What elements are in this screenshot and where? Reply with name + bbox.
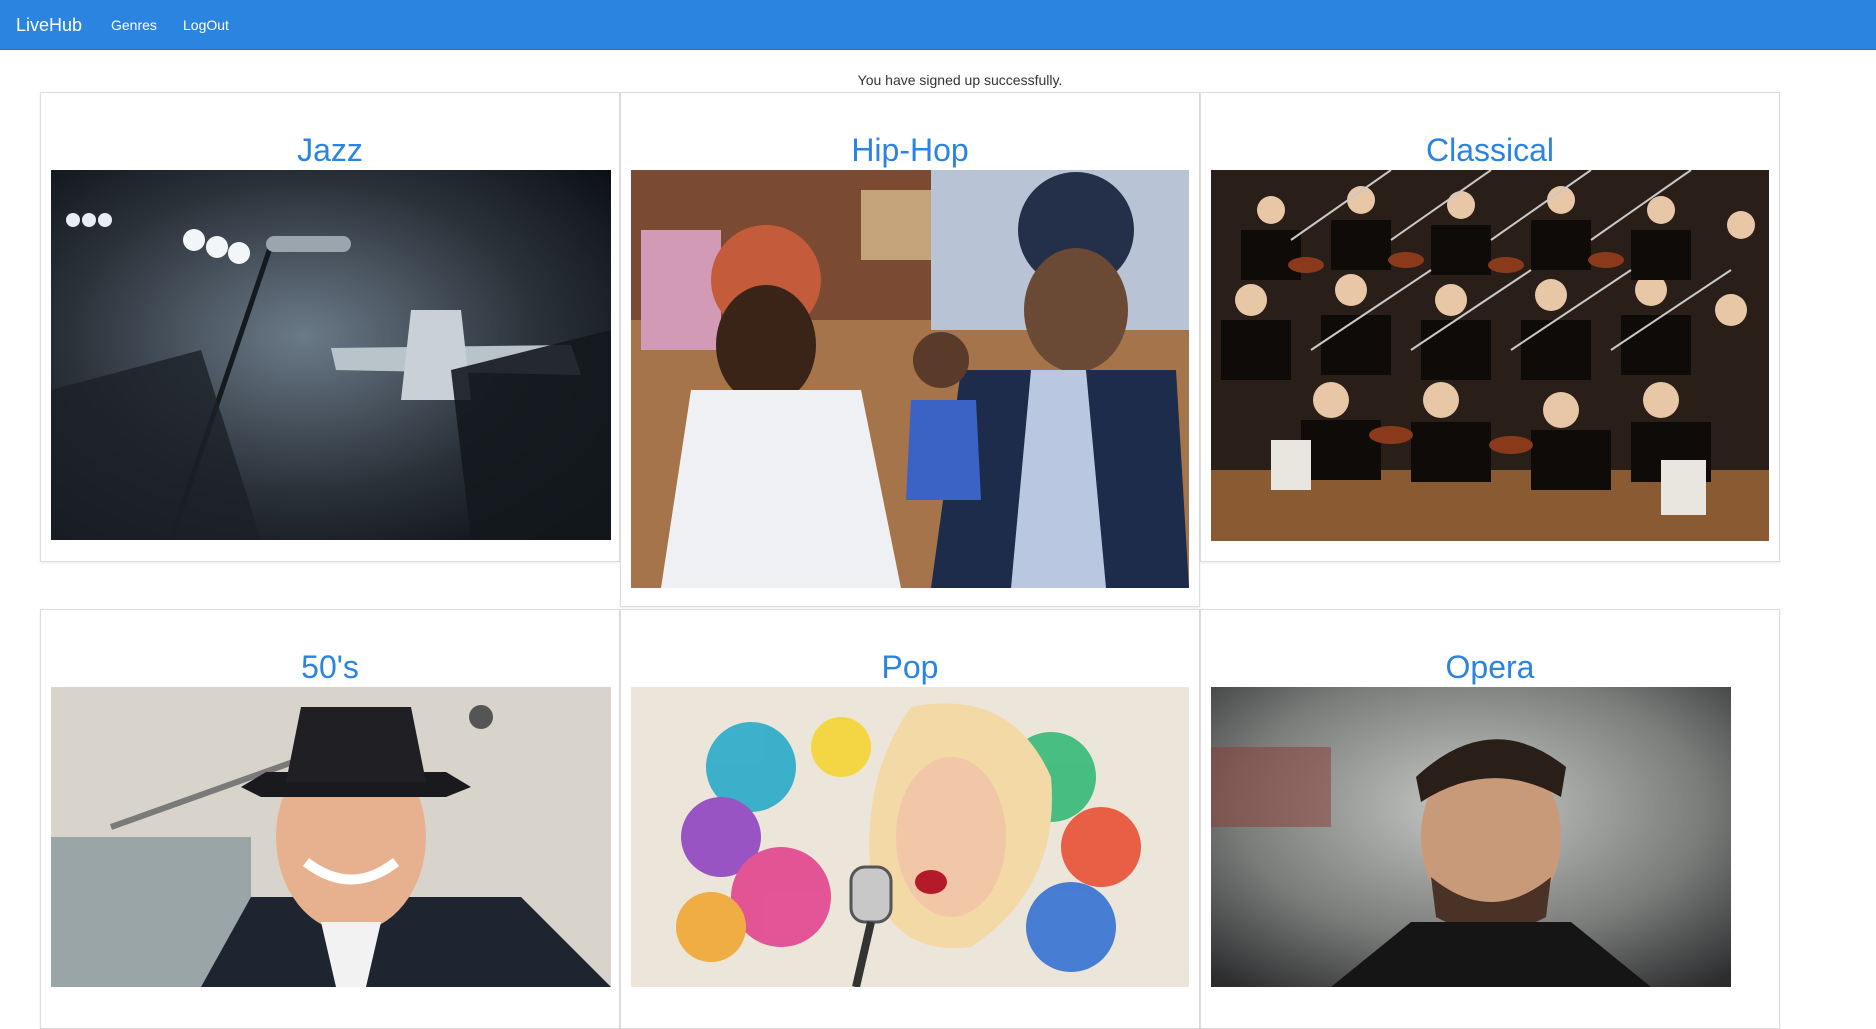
genre-title[interactable]: Opera: [1201, 649, 1779, 685]
genre-card-50s[interactable]: 50's: [40, 609, 620, 1029]
genre-image[interactable]: [51, 687, 611, 987]
flash-notice: You have signed up successfully.: [857, 72, 1063, 88]
genre-image[interactable]: [1211, 170, 1769, 541]
genre-card-classical[interactable]: Classical: [1200, 92, 1780, 562]
top-navbar: LiveHub Genres LogOut: [0, 0, 1876, 50]
genre-title[interactable]: Jazz: [41, 132, 619, 168]
genre-image[interactable]: [631, 687, 1189, 987]
genre-title[interactable]: Hip-Hop: [621, 132, 1199, 168]
genre-title[interactable]: Classical: [1201, 132, 1779, 168]
brand-link[interactable]: LiveHub: [16, 0, 82, 50]
classical-orchestra-image: [1211, 170, 1769, 541]
pop-singer-image: [631, 687, 1189, 987]
genre-title[interactable]: Pop: [621, 649, 1199, 685]
opera-singer-image: [1211, 687, 1731, 987]
nav-genres-link[interactable]: Genres: [111, 0, 157, 50]
genre-image[interactable]: [51, 170, 611, 540]
genre-image[interactable]: [631, 170, 1189, 588]
genre-card-jazz[interactable]: Jazz: [40, 92, 620, 562]
fifties-crooner-image: [51, 687, 611, 987]
hip-hop-image: [631, 170, 1189, 588]
genre-card-opera[interactable]: Opera: [1200, 609, 1780, 1029]
nav-logout-link[interactable]: LogOut: [183, 0, 229, 50]
genre-title[interactable]: 50's: [41, 649, 619, 685]
genre-image[interactable]: [1211, 687, 1731, 987]
genre-card-pop[interactable]: Pop: [620, 609, 1200, 1029]
jazz-trumpet-image: [51, 170, 611, 540]
genre-card-hip-hop[interactable]: Hip-Hop: [620, 92, 1200, 607]
